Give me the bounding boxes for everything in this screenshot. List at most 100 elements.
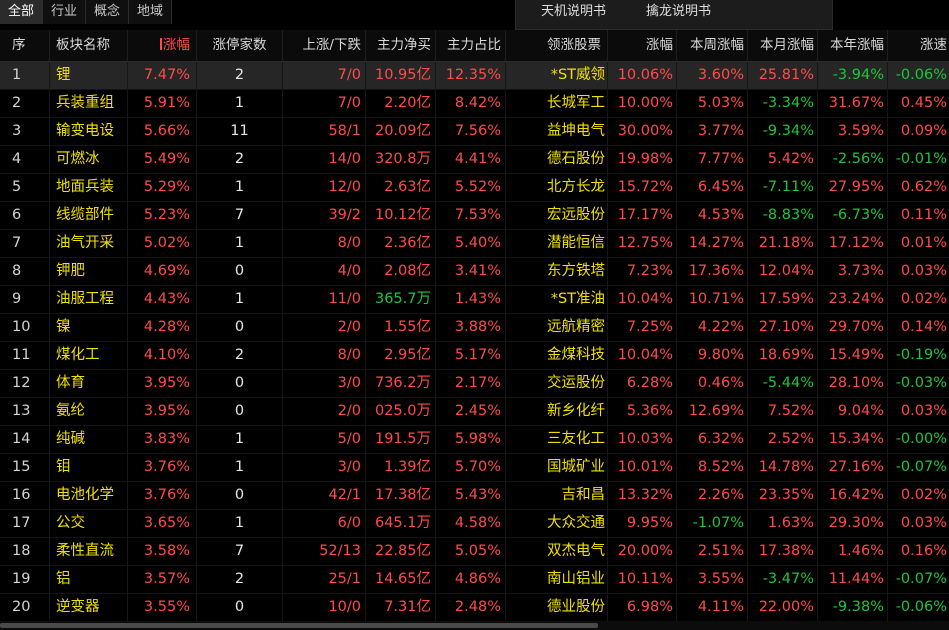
column-header-month-change[interactable]: 本月涨幅 (748, 30, 818, 61)
cell-index: 13 (0, 398, 50, 425)
column-header-main-net-buy[interactable]: 主力净买 (366, 30, 436, 61)
column-header-sector-name[interactable]: 板块名称 (50, 30, 128, 61)
cell-month-change: 25.81% (748, 62, 818, 89)
cell-limit-up-count: 1 (197, 174, 283, 201)
cell-year-change: 3.73% (818, 258, 888, 285)
table-row[interactable]: 17 公交 3.65% 1 6/0 645.1万 4.58% 大众交通 9.95% -1.07% 1… (0, 510, 949, 538)
cell-lead-change-pct: 6.98% (608, 594, 677, 621)
cell-speed: -0.00% (895, 431, 947, 447)
column-header-year-change[interactable]: 本年涨幅 (818, 30, 888, 61)
table-row[interactable]: 1 锂 7.47% 2 7/0 10.95亿 12.35% *ST威领 10.06% 3.60% 2… (0, 62, 949, 90)
cell-lead-stock: 德石股份 (506, 146, 608, 173)
cell-main-ratio: 8.42% (436, 90, 506, 117)
cell-year-change: 23.24% (818, 286, 888, 313)
cell-up-down: 3/0 (283, 454, 366, 481)
cell-month-change: 17.59% (748, 286, 818, 313)
table-row[interactable]: 9 油服工程 4.43% 1 11/0 365.7万 1.43% *ST准油 10.04% 10.… (0, 286, 949, 314)
cell-lead-change-pct: 17.17% (608, 202, 677, 229)
column-header-limit-up-count[interactable]: 涨停家数 (197, 30, 283, 61)
table-row[interactable]: 8 钾肥 4.69% 0 4/0 2.08亿 3.41% 东方铁塔 7.23% 17.36% 12.… (0, 258, 949, 286)
cell-change-pct: 3.76% (128, 454, 197, 481)
cell-sector-name: 纯碱 (50, 426, 128, 453)
cell-speed: 0.16% (900, 543, 947, 559)
cell-up-down: 10/0 (283, 594, 366, 621)
cell-lead-stock: 大众交通 (506, 510, 608, 537)
cell-main-net-buy: 2.08亿 (366, 258, 436, 285)
cell-index: 19 (0, 566, 50, 593)
table-row[interactable]: 16 电池化学 3.76% 0 42/1 17.38亿 5.43% 吉和昌 13.32% 2.26… (0, 482, 949, 510)
table-row[interactable]: 10 镍 4.28% 0 2/0 1.55亿 3.88% 远航精密 7.25% 4.22% 27.1… (0, 314, 949, 342)
table-header: 序 板块名称 涨幅 涨停家数 上涨/下跌 主力净买 主力占比 领涨股票 涨幅 本… (0, 30, 949, 62)
cell-change-pct: 5.66% (128, 118, 197, 145)
tab-concept[interactable]: 概念 (86, 0, 130, 24)
cell-month-change: -5.44% (748, 370, 818, 397)
table-row[interactable]: 14 纯碱 3.83% 1 5/0 191.5万 5.98% 三友化工 10.03% 6.32% 2… (0, 426, 949, 454)
table-row[interactable]: 18 柔性直流 3.58% 7 52/13 22.85亿 5.05% 双杰电气 20.00% 2.… (0, 538, 949, 566)
cell-year-change: 28.10% (818, 370, 888, 397)
menu-item-tianji-manual[interactable]: 天机说明书 (541, 3, 606, 21)
column-header-speed[interactable]: 涨速 (888, 30, 949, 61)
cell-lead-change-pct: 10.03% (608, 426, 677, 453)
horizontal-scrollbar-thumb[interactable] (0, 623, 598, 628)
cell-week-change: 4.22% (677, 314, 748, 341)
cell-main-net-buy: 736.2万 (366, 370, 436, 397)
tab-region[interactable]: 地域 (129, 0, 173, 24)
cell-change-pct: 3.95% (128, 398, 197, 425)
cell-week-change: 4.11% (677, 594, 748, 621)
cell-up-down: 11/0 (283, 286, 366, 313)
cell-lead-stock: 国城矿业 (506, 454, 608, 481)
cell-up-down: 7/0 (283, 90, 366, 117)
column-header-index[interactable]: 序 (0, 30, 50, 61)
table-row[interactable]: 6 线缆部件 5.23% 7 39/2 10.12亿 7.53% 宏远股份 17.17% 4.53… (0, 202, 949, 230)
column-header-week-change[interactable]: 本周涨幅 (677, 30, 748, 61)
cell-up-down: 58/1 (283, 118, 366, 145)
tab-all[interactable]: 全部 (0, 0, 44, 24)
cell-year-change: -2.56% (818, 146, 888, 173)
cell-change-pct: 3.65% (128, 510, 197, 537)
table-row[interactable]: 4 可燃冰 5.49% 2 14/0 320.8万 4.41% 德石股份 19.98% 7.77%… (0, 146, 949, 174)
cell-up-down: 12/0 (283, 174, 366, 201)
cell-index: 12 (0, 370, 50, 397)
menu-item-qinlong-manual[interactable]: 擒龙说明书 (646, 3, 711, 21)
table-row[interactable]: 15 钼 3.76% 1 3/0 1.39亿 5.70% 国城矿业 10.01% 8.52% 14.… (0, 454, 949, 482)
column-header-up-down[interactable]: 上涨/下跌 (283, 30, 366, 61)
table-row[interactable]: 2 兵装重组 5.91% 1 7/0 2.20亿 8.42% 长城军工 10.00% 5.03% -… (0, 90, 949, 118)
table-row[interactable]: 20 逆变器 3.55% 0 10/0 7.31亿 2.48% 德业股份 6.98% 4.11% 2… (0, 594, 949, 622)
table-row[interactable]: 7 油气开采 5.02% 1 8/0 2.36亿 5.40% 潜能恒信 12.75% 14.27%… (0, 230, 949, 258)
cell-speed: -0.07% (895, 571, 947, 587)
cell-change-pct: 4.28% (128, 314, 197, 341)
cell-lead-stock: 东方铁塔 (506, 258, 608, 285)
cell-main-net-buy: 2.63亿 (366, 174, 436, 201)
column-header-main-ratio[interactable]: 主力占比 (436, 30, 506, 61)
column-header-lead-stock[interactable]: 领涨股票 (506, 30, 608, 61)
table-row[interactable]: 5 地面兵装 5.29% 1 12/0 2.63亿 5.52% 北方长龙 15.72% 6.45%… (0, 174, 949, 202)
cell-index: 8 (0, 258, 50, 285)
cell-main-ratio: 4.86% (436, 566, 506, 593)
cell-week-change: 2.26% (677, 482, 748, 509)
cell-week-change: 7.77% (677, 146, 748, 173)
table-row[interactable]: 19 铝 3.57% 2 25/1 14.65亿 4.86% 南山铝业 10.11% 3.55% -… (0, 566, 949, 594)
cell-limit-up-count: 0 (197, 482, 283, 509)
table-row[interactable]: 13 氨纶 3.95% 0 2/0 025.0万 2.45% 新乡化纤 5.36% 12.69% 7… (0, 398, 949, 426)
cell-lead-stock: 北方长龙 (506, 174, 608, 201)
cell-limit-up-count: 1 (197, 510, 283, 537)
cell-index: 16 (0, 482, 50, 509)
cell-main-ratio: 5.17% (436, 342, 506, 369)
cell-lead-change-pct: 5.36% (608, 398, 677, 425)
cell-month-change: -3.34% (748, 90, 818, 117)
column-header-change-pct[interactable]: 涨幅 (128, 30, 197, 61)
cell-lead-change-pct: 19.98% (608, 146, 677, 173)
cell-year-change: -9.38% (818, 594, 888, 621)
column-header-lead-change-pct[interactable]: 涨幅 (608, 30, 677, 61)
table-row[interactable]: 12 体育 3.95% 0 3/0 736.2万 2.17% 交运股份 6.28% 0.46% -5… (0, 370, 949, 398)
table-row[interactable]: 11 煤化工 4.10% 2 8/0 2.95亿 5.17% 金煤科技 10.04% 9.80% 1… (0, 342, 949, 370)
cell-sector-name: 镍 (50, 314, 128, 341)
cell-lead-stock: 三友化工 (506, 426, 608, 453)
cell-speed: -0.07% (895, 459, 947, 475)
cell-week-change: 3.60% (677, 62, 748, 89)
tab-industry[interactable]: 行业 (43, 0, 87, 24)
table-row[interactable]: 3 输变电设 5.66% 11 58/1 20.09亿 7.56% 益坤电气 30.00% 3.7… (0, 118, 949, 146)
cell-year-change: 9.04% (818, 398, 888, 425)
cell-speed: 0.03% (900, 515, 947, 531)
cell-speed: -0.06% (895, 599, 947, 615)
